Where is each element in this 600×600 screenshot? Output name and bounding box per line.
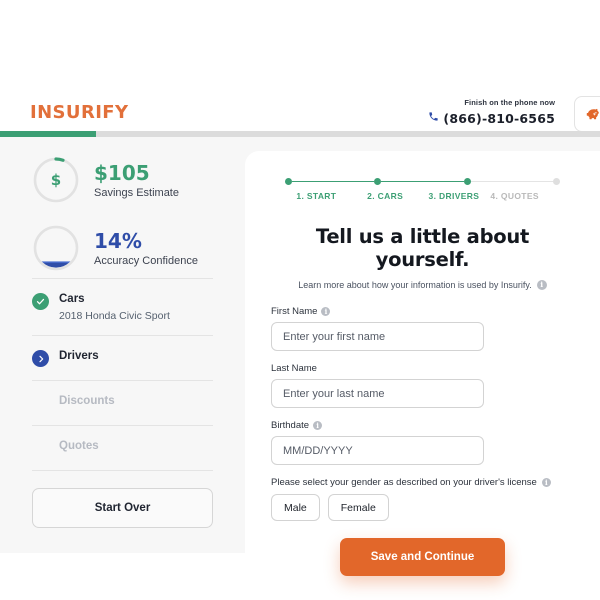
step-progress: 1. START 2. CARS 3. DRIVERS 4. QUOTES <box>285 177 560 211</box>
birthdate-label: Birthdate <box>271 420 310 431</box>
quotes-badge-placeholder <box>32 440 49 457</box>
first-name-field-group: First Name i <box>271 306 574 351</box>
sidebar-item-label-discounts: Discounts <box>59 395 115 408</box>
chevron-right-circle-icon <box>32 350 49 368</box>
birthdate-field-group: Birthdate i <box>271 420 574 465</box>
step-progress-track <box>285 177 560 186</box>
start-over-button[interactable]: Start Over <box>32 488 213 529</box>
sidebar-drivers-texts: Drivers <box>59 349 99 363</box>
last-name-field-group: Last Name <box>271 363 574 408</box>
first-name-input[interactable] <box>271 322 484 351</box>
phone-icon <box>428 109 439 127</box>
savings-ring: $ <box>32 156 80 204</box>
step-labels: 1. START 2. CARS 3. DRIVERS 4. QUOTES <box>285 191 560 201</box>
last-name-input[interactable] <box>271 379 484 408</box>
birthdate-input[interactable] <box>271 436 484 465</box>
sidebar-item-label-cars: Cars <box>59 293 85 305</box>
insurify-logo[interactable]: INSURIFY <box>30 102 128 123</box>
sidebar-cars-subtitle: 2018 Honda Civic Sport <box>59 310 170 323</box>
sidebar-discounts-texts: Discounts <box>59 394 115 408</box>
sidebar-item-cars[interactable]: Cars 2018 Honda Civic Sport <box>32 279 213 335</box>
cta-wrapper: Save and Continue <box>271 538 574 576</box>
sidebar-item-discounts[interactable]: Discounts <box>32 381 213 425</box>
last-name-label-row: Last Name <box>271 363 574 374</box>
personal-info-form: First Name i Last Name Birthdate <box>271 306 574 576</box>
step-segment-1 <box>285 178 375 185</box>
gender-label: Please select your gender as described o… <box>271 477 537 488</box>
accuracy-ring <box>32 224 80 272</box>
step-dot-quotes[interactable] <box>552 178 560 185</box>
step-segment-3 <box>463 178 553 185</box>
sidebar-item-quotes[interactable]: Quotes <box>32 426 213 470</box>
main-panel: 1. START 2. CARS 3. DRIVERS 4. QUOTES Te… <box>245 151 600 576</box>
page-body: $ $105 Savings Estimate 14% Accuracy Con… <box>0 137 600 576</box>
sidebar-quotes-texts: Quotes <box>59 439 99 453</box>
gender-option-female[interactable]: Female <box>327 494 389 521</box>
phone-number[interactable]: (866)-810-6565 <box>443 111 555 126</box>
dollar-icon: $ <box>50 171 62 189</box>
accuracy-value: 14% <box>94 228 142 253</box>
sidebar-item-drivers[interactable]: Drivers <box>32 336 213 380</box>
info-icon[interactable]: i <box>321 307 331 316</box>
gender-option-male[interactable]: Male <box>271 494 320 521</box>
phone-row[interactable]: (866)-810-6565 <box>428 109 555 127</box>
savings-value: $105 <box>94 160 150 185</box>
stat-accuracy-confidence: 14% Accuracy Confidence <box>32 218 213 278</box>
sidebar-item-label-quotes: Quotes <box>59 440 99 453</box>
first-name-label-row: First Name i <box>271 306 574 317</box>
sidebar-cars-texts: Cars 2018 Honda Civic Sport <box>59 292 170 322</box>
birthdate-label-row: Birthdate i <box>271 420 574 431</box>
first-name-label: First Name <box>271 306 318 317</box>
accuracy-label: Accuracy Confidence <box>94 254 198 267</box>
discounts-badge-placeholder <box>32 395 49 412</box>
gender-label-row: Please select your gender as described o… <box>271 477 574 488</box>
info-icon[interactable]: i <box>536 280 547 290</box>
phone-contact-block: Finish on the phone now (866)-810-6565 <box>428 98 555 127</box>
piggy-bank-button[interactable]: $ <box>574 96 600 132</box>
step-segment-4 <box>552 178 560 185</box>
info-icon[interactable]: i <box>313 421 323 430</box>
save-and-continue-button[interactable]: Save and Continue <box>340 538 505 576</box>
step-line-3 <box>470 180 553 183</box>
info-icon[interactable]: i <box>541 478 551 487</box>
piggy-bank-icon: $ <box>586 108 599 119</box>
stat-savings-estimate: $ $105 Savings Estimate <box>32 150 213 210</box>
step-dot-cars[interactable] <box>374 178 382 185</box>
page-title: Tell us a little about yourself. <box>315 225 530 271</box>
savings-label: Savings Estimate <box>94 186 179 199</box>
phone-label: Finish on the phone now <box>464 98 555 107</box>
step-line-1 <box>292 180 375 183</box>
step-segment-2 <box>374 178 464 185</box>
last-name-label: Last Name <box>271 363 317 374</box>
gender-field-group: Please select your gender as described o… <box>271 477 574 521</box>
page-header: INSURIFY Finish on the phone now (866)-8… <box>0 0 600 132</box>
accuracy-text: 14% Accuracy Confidence <box>94 228 198 267</box>
page-subtitle-text[interactable]: Learn more about how your information is… <box>298 280 531 290</box>
savings-text: $105 Savings Estimate <box>94 160 179 199</box>
step-dot-drivers[interactable] <box>463 178 471 185</box>
check-circle-icon <box>32 293 49 310</box>
sidebar-item-label-drivers: Drivers <box>59 350 99 363</box>
step-dot-start[interactable] <box>285 178 292 185</box>
step-line-2 <box>381 180 464 183</box>
insurify-quote-page: INSURIFY Finish on the phone now (866)-8… <box>0 0 600 600</box>
gender-options: Male Female <box>271 494 574 521</box>
step-label-quotes: 4. QUOTES <box>490 191 539 201</box>
sidebar: $ $105 Savings Estimate 14% Accuracy Con… <box>0 137 245 553</box>
page-subtitle: Learn more about how your information is… <box>271 280 574 290</box>
sidebar-divider <box>32 470 213 472</box>
